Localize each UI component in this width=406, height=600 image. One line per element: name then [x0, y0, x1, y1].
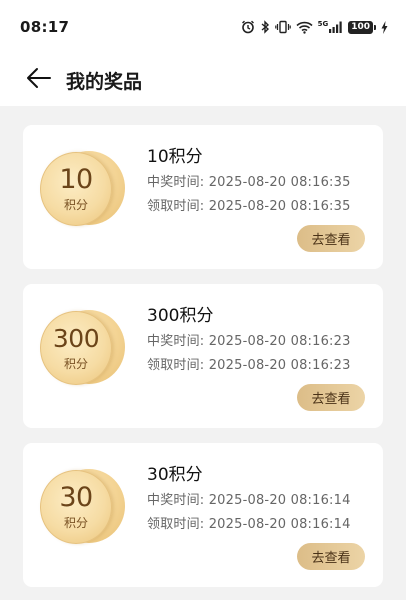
- prize-card: 300 积分 300积分 中奖时间: 2025-08-20 08:16:23 领…: [23, 284, 383, 428]
- vibrate-icon: [274, 20, 291, 34]
- arrow-left-icon: [26, 67, 52, 93]
- prize-card: 30 积分 30积分 中奖时间: 2025-08-20 08:16:14 领取时…: [23, 443, 383, 587]
- wifi-icon: [296, 21, 313, 34]
- prize-list: 10 积分 10积分 中奖时间: 2025-08-20 08:16:35 领取时…: [23, 125, 383, 600]
- points-coin-icon: 300 积分: [40, 310, 126, 386]
- status-bar: 08:17 5G 100: [0, 0, 406, 54]
- alarm-icon: [241, 20, 255, 34]
- coin-value: 30: [59, 481, 93, 513]
- prize-title: 10积分: [147, 147, 203, 167]
- bluetooth-icon: [260, 20, 270, 34]
- page-title: 我的奖品: [66, 70, 143, 93]
- view-button[interactable]: 去查看: [297, 543, 365, 570]
- battery-level: 100: [348, 20, 373, 34]
- prize-card: 10 积分 10积分 中奖时间: 2025-08-20 08:16:35 领取时…: [23, 125, 383, 269]
- navigation-bar: 我的奖品: [0, 54, 406, 106]
- back-button[interactable]: [24, 65, 54, 95]
- coin-value: 10: [59, 163, 93, 195]
- points-coin-icon: 30 积分: [40, 469, 126, 545]
- battery-icon: 100: [348, 20, 376, 34]
- network-type-label: 5G: [317, 20, 329, 28]
- win-time: 中奖时间: 2025-08-20 08:16:14: [147, 493, 351, 508]
- charging-icon: [381, 20, 388, 34]
- prize-title: 30积分: [147, 465, 203, 485]
- status-icons: 5G 100: [241, 20, 388, 34]
- coin-value: 300: [52, 323, 100, 353]
- win-time: 中奖时间: 2025-08-20 08:16:23: [147, 334, 351, 349]
- coin-unit: 积分: [63, 197, 88, 212]
- coin-unit: 积分: [63, 356, 88, 371]
- status-time: 08:17: [20, 18, 70, 36]
- win-time: 中奖时间: 2025-08-20 08:16:35: [147, 175, 351, 190]
- cellular-signal-icon: 5G: [318, 21, 344, 33]
- prize-title: 300积分: [147, 306, 214, 326]
- points-coin-icon: 10 积分: [40, 151, 126, 227]
- claim-time: 领取时间: 2025-08-20 08:16:23: [147, 358, 351, 373]
- view-button[interactable]: 去查看: [297, 384, 365, 411]
- coin-unit: 积分: [63, 515, 88, 530]
- claim-time: 领取时间: 2025-08-20 08:16:35: [147, 199, 351, 214]
- claim-time: 领取时间: 2025-08-20 08:16:14: [147, 517, 351, 532]
- view-button[interactable]: 去查看: [297, 225, 365, 252]
